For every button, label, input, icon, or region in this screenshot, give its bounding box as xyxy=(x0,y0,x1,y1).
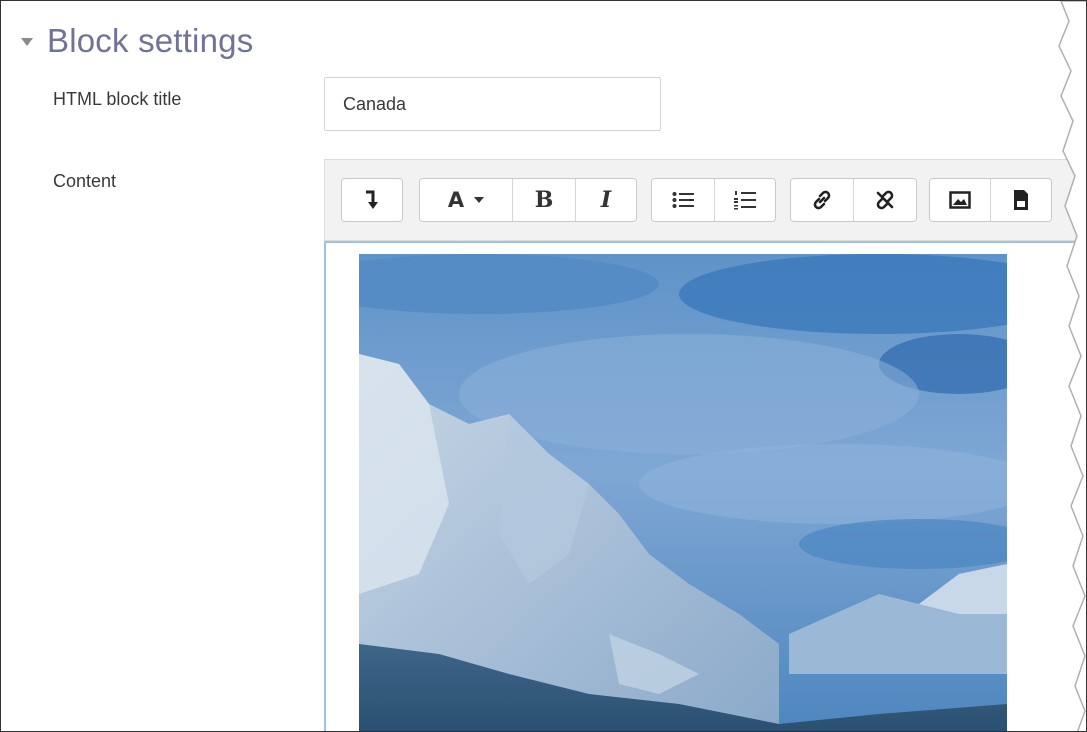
italic-icon: I xyxy=(600,187,612,213)
content-label: Content xyxy=(53,171,117,191)
arrow-down-icon xyxy=(366,190,378,209)
toolbar-group-lists xyxy=(651,178,776,222)
ordered-list-icon xyxy=(734,191,756,210)
image-icon xyxy=(949,191,971,209)
toolbar-group-style: A B I xyxy=(419,178,637,222)
section-title: Block settings xyxy=(47,22,254,59)
unlink-button[interactable] xyxy=(854,179,916,221)
unordered-list-button[interactable] xyxy=(652,179,715,221)
unordered-list-icon xyxy=(672,192,694,208)
collapse-caret-icon[interactable] xyxy=(21,38,33,46)
file-icon xyxy=(1014,190,1028,210)
show-more-button[interactable] xyxy=(342,179,402,221)
canada-mountain-image[interactable] xyxy=(359,254,1007,731)
bold-icon: B xyxy=(534,187,554,213)
toolbar-group-collapse xyxy=(341,178,403,222)
toolbar-group-media xyxy=(929,178,1052,222)
html-block-title-input[interactable] xyxy=(324,77,661,131)
link-button[interactable] xyxy=(791,179,854,221)
toolbar-group-links xyxy=(790,178,917,222)
unlink-icon xyxy=(876,190,894,210)
dropdown-caret-icon xyxy=(474,197,485,203)
italic-button[interactable]: I xyxy=(576,179,636,221)
link-icon xyxy=(813,190,831,210)
screenshot-frame: Block settings HTML block title Content … xyxy=(0,0,1087,732)
html-block-title-label: HTML block title xyxy=(53,89,182,109)
editor-toolbar: A B I xyxy=(324,159,1086,241)
font-A-icon: A xyxy=(447,188,465,212)
bold-button[interactable]: B xyxy=(513,179,576,221)
ordered-list-button[interactable] xyxy=(715,179,775,221)
block-settings-header[interactable]: Block settings xyxy=(21,17,253,65)
insert-media-button[interactable] xyxy=(991,179,1051,221)
font-style-button[interactable]: A xyxy=(420,179,513,221)
atto-editor: A B I xyxy=(324,159,1086,731)
editor-content-area[interactable] xyxy=(324,241,1086,731)
insert-image-button[interactable] xyxy=(930,179,991,221)
